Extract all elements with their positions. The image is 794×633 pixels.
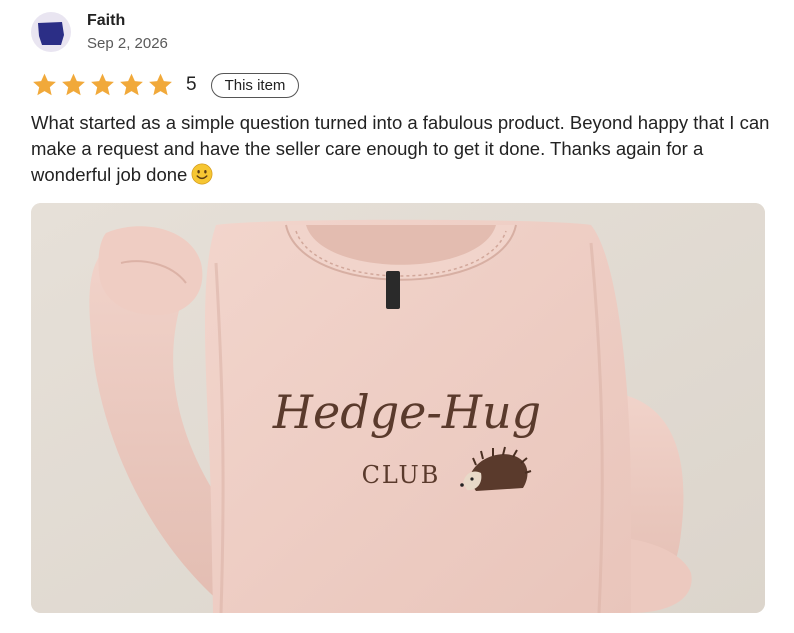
star-icon: [62, 73, 85, 96]
rating-value: 5: [186, 74, 197, 95]
star-icon: [91, 73, 114, 96]
review-body: What started as a simple question turned…: [31, 112, 770, 185]
embroidery-line1: Hedge-Hug: [272, 385, 541, 439]
review-date: Sep 2, 2026: [87, 35, 168, 52]
rating-row: 5 This item: [31, 72, 300, 98]
this-item-badge: This item: [210, 72, 300, 98]
embroidery-line2: CLUB: [362, 461, 441, 489]
review-photo[interactable]: Hedge-Hug CLUB: [31, 203, 765, 613]
author-name[interactable]: Faith: [87, 12, 125, 30]
review-text: What started as a simple question turned…: [31, 110, 771, 188]
avatar-shape-icon: [38, 22, 64, 45]
star-rating: [31, 72, 174, 98]
star-icon: [33, 73, 56, 96]
star-icon: [120, 73, 143, 96]
smiling-face-emoji-icon: [191, 163, 213, 185]
neck-label: [386, 271, 400, 309]
avatar[interactable]: [31, 12, 71, 52]
sweatshirt-photo: Hedge-Hug CLUB: [31, 203, 765, 613]
star-icon: [149, 73, 172, 96]
